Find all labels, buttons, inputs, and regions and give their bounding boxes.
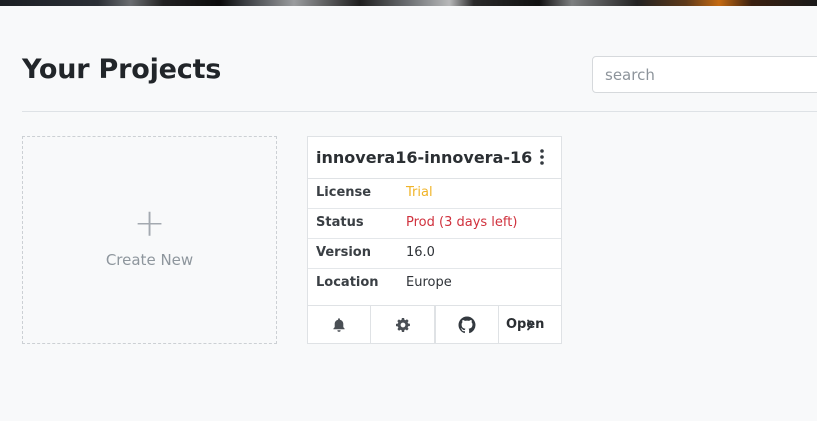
- project-card: innovera16-innovera-16 License Trial Sta…: [307, 136, 562, 344]
- location-label: Location: [316, 275, 379, 290]
- license-value: Trial: [406, 185, 433, 200]
- gear-icon: [395, 318, 410, 332]
- page-title: Your Projects: [22, 54, 222, 85]
- header-banner-image: [0, 0, 817, 6]
- project-title: innovera16-innovera-16: [316, 148, 533, 167]
- divider: [22, 111, 817, 112]
- github-icon: [458, 316, 476, 334]
- location-row: Location Europe: [308, 268, 561, 306]
- status-value: Prod (3 days left): [406, 215, 518, 230]
- location-value: Europe: [406, 275, 452, 290]
- status-row: Status Prod (3 days left): [308, 208, 561, 239]
- more-options-icon[interactable]: [533, 146, 551, 168]
- create-new-project-button[interactable]: + Create New: [22, 136, 277, 344]
- license-row: License Trial: [308, 178, 561, 209]
- chevron-right-icon: [527, 319, 533, 331]
- project-card-header: innovera16-innovera-16: [308, 137, 561, 179]
- bell-icon: [333, 318, 345, 332]
- open-project-button[interactable]: Open: [499, 306, 561, 344]
- plus-icon: +: [133, 201, 166, 245]
- version-row: Version 16.0: [308, 238, 561, 269]
- license-label: License: [316, 185, 372, 200]
- settings-button[interactable]: [371, 306, 435, 344]
- create-new-label: Create New: [105, 251, 194, 269]
- version-label: Version: [316, 245, 371, 260]
- project-card-actions: Open: [308, 305, 561, 344]
- github-button[interactable]: [435, 306, 499, 344]
- version-value: 16.0: [406, 245, 435, 260]
- notifications-button[interactable]: [308, 306, 371, 344]
- status-label: Status: [316, 215, 364, 230]
- search-input[interactable]: [592, 56, 817, 93]
